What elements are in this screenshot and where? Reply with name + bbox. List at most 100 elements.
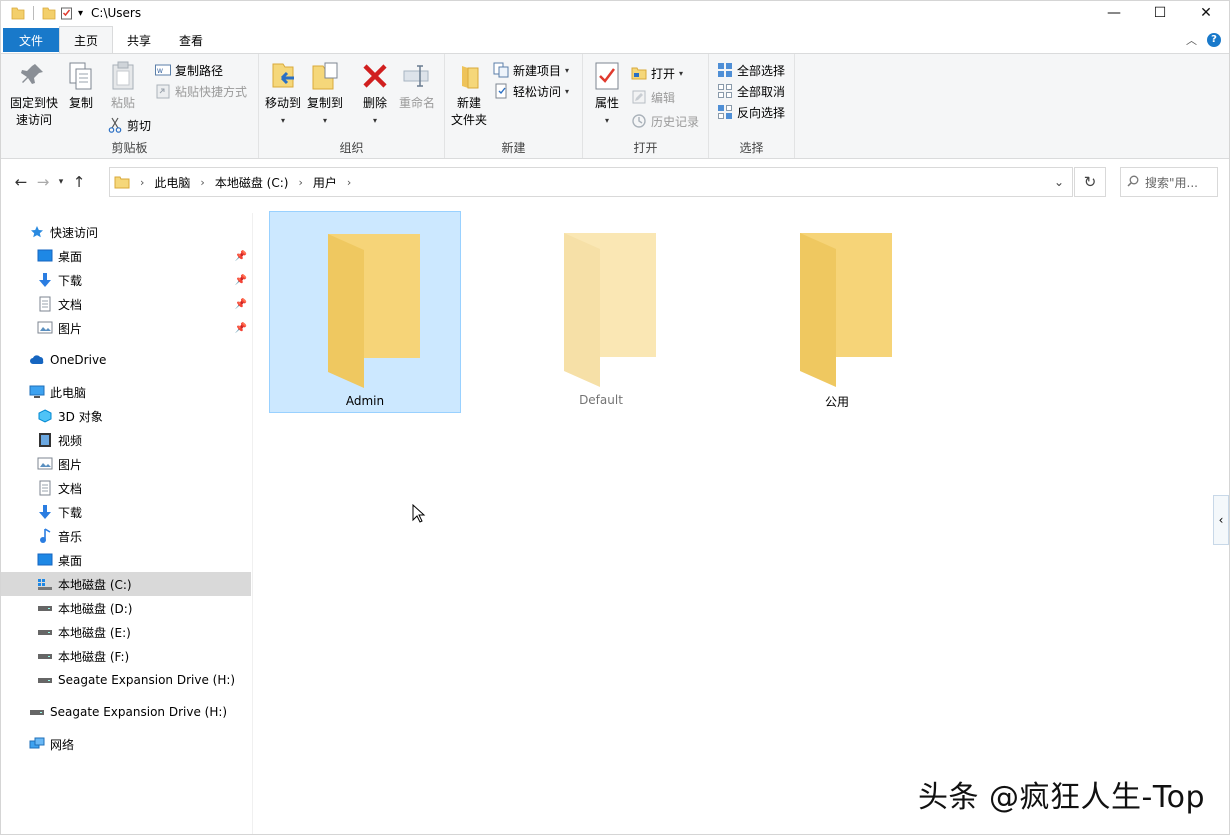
open-button[interactable]: 打开 ▾ <box>631 63 683 83</box>
new-folder-icon[interactable] <box>42 6 56 20</box>
properties-icon[interactable] <box>60 6 74 20</box>
rename-button[interactable]: 重命名 <box>397 60 437 112</box>
drive-icon <box>37 600 53 616</box>
cloud-icon <box>29 352 45 368</box>
folder-name: Admin <box>345 394 385 408</box>
easy-access-button[interactable]: 轻松访问 ▾ <box>493 81 569 101</box>
nav-qa-documents[interactable]: 文档 📌 <box>1 292 251 316</box>
select-all-button[interactable]: 全部选择 <box>717 60 785 80</box>
invert-selection-button[interactable]: 反向选择 <box>717 102 785 122</box>
copy-button[interactable]: 复制 <box>63 60 99 112</box>
nav-label: 3D 对象 <box>58 409 103 424</box>
breadcrumb-this-pc[interactable]: 此电脑 <box>154 174 190 191</box>
nav-label: 音乐 <box>58 529 83 544</box>
nav-3d-objects[interactable]: 3D 对象 <box>1 404 251 428</box>
help-icon[interactable]: ? <box>1207 32 1221 47</box>
pin-to-quick-access-button[interactable]: 固定到快 速访问 <box>7 60 61 129</box>
details-pane-toggle[interactable]: ‹ <box>1213 495 1229 545</box>
search-input[interactable]: 搜索"用... <box>1120 167 1218 197</box>
nav-label: 本地磁盘 (D:) <box>58 601 133 616</box>
quick-access-toolbar: ▾ <box>1 6 83 20</box>
folder-item-public[interactable]: 公用 <box>741 211 933 413</box>
address-dropdown-icon[interactable]: ⌄ <box>1054 175 1064 189</box>
recent-locations-button[interactable]: ▾ <box>54 167 68 197</box>
paste-shortcut-label: 粘贴快捷方式 <box>175 84 248 99</box>
select-none-button[interactable]: 全部取消 <box>717 81 785 101</box>
nav-qa-pictures[interactable]: 图片 📌 <box>1 316 251 340</box>
paste-label: 粘贴 <box>110 96 135 110</box>
nav-onedrive[interactable]: OneDrive <box>1 348 251 372</box>
maximize-button[interactable]: ☐ <box>1137 1 1183 25</box>
file-list: Admin Default 公用 <box>253 206 1229 834</box>
nav-local-disk-d[interactable]: 本地磁盘 (D:) <box>1 596 251 620</box>
tab-home[interactable]: 主页 <box>59 26 114 53</box>
new-folder-button[interactable]: 新建 文件夹 <box>449 60 489 129</box>
paste-button[interactable]: 粘贴 <box>105 60 141 112</box>
nav-local-disk-e[interactable]: 本地磁盘 (E:) <box>1 620 251 644</box>
nav-local-disk-c[interactable]: 本地磁盘 (C:) <box>1 572 251 596</box>
nav-qa-desktop[interactable]: 桌面 📌 <box>1 244 251 268</box>
nav-documents[interactable]: 文档 <box>1 476 251 500</box>
address-bar[interactable]: › 此电脑 › 本地磁盘 (C:) › 用户 › ⌄ <box>109 167 1073 197</box>
folder-icon <box>564 233 656 387</box>
tab-share[interactable]: 共享 <box>113 27 165 53</box>
delete-label: 删除 <box>362 96 387 110</box>
copy-path-button[interactable]: W 复制路径 <box>155 60 223 80</box>
nav-this-pc[interactable]: 此电脑 <box>1 380 251 404</box>
nav-desktop[interactable]: 桌面 <box>1 548 251 572</box>
minimize-button[interactable]: — <box>1091 1 1137 25</box>
nav-quick-access[interactable]: 快速访问 <box>1 220 251 244</box>
paste-shortcut-button[interactable]: 粘贴快捷方式 <box>155 81 247 101</box>
invert-selection-icon <box>717 104 733 120</box>
refresh-button[interactable]: ↻ <box>1074 167 1106 197</box>
nav-seagate-drive-root[interactable]: Seagate Expansion Drive (H:) <box>1 700 251 724</box>
back-button[interactable]: ← <box>10 167 32 197</box>
nav-label: Seagate Expansion Drive (H:) <box>58 673 236 687</box>
copy-to-button[interactable]: 复制到 ▾ <box>305 60 345 129</box>
forward-button[interactable]: → <box>32 167 54 197</box>
network-icon <box>29 736 45 752</box>
nav-seagate-drive[interactable]: Seagate Expansion Drive (H:) <box>1 668 251 692</box>
edit-button[interactable]: 编辑 <box>631 87 675 107</box>
group-new: 新建 文件夹 新建项目 ▾ 轻松访问 ▾ 新建 <box>445 54 583 158</box>
tab-view[interactable]: 查看 <box>165 27 217 53</box>
nav-videos[interactable]: 视频 <box>1 428 251 452</box>
nav-downloads[interactable]: 下载 <box>1 500 251 524</box>
ribbon-tabs: 文件 主页 共享 查看 ︿ ? <box>1 26 1229 53</box>
close-button[interactable]: ✕ <box>1183 1 1229 25</box>
pin-icon <box>18 60 50 92</box>
delete-dropdown-icon: ▾ <box>372 116 377 125</box>
customize-toolbar-icon[interactable]: ▾ <box>78 8 83 19</box>
properties-button[interactable]: 属性 ▾ <box>589 60 625 129</box>
nav-music[interactable]: 音乐 <box>1 524 251 548</box>
cut-label: 剪切 <box>127 118 152 133</box>
star-icon <box>29 224 45 240</box>
delete-button[interactable]: 删除 ▾ <box>357 60 393 129</box>
history-button[interactable]: 历史记录 <box>631 111 699 131</box>
nav-label: 本地磁盘 (E:) <box>58 625 131 640</box>
nav-label: 视频 <box>58 433 83 448</box>
collapse-ribbon-icon[interactable]: ︿ <box>1186 32 1197 48</box>
folder-item-admin[interactable]: Admin <box>269 211 461 413</box>
cube-icon <box>37 408 53 424</box>
cut-button[interactable]: 剪切 <box>107 115 151 135</box>
move-to-button[interactable]: 移动到 ▾ <box>263 60 303 129</box>
tab-file[interactable]: 文件 <box>3 28 59 52</box>
nav-local-disk-f[interactable]: 本地磁盘 (F:) <box>1 644 251 668</box>
folder-item-default[interactable]: Default <box>505 211 697 413</box>
group-clipboard: 固定到快 速访问 复制 粘贴 W 复制路径 粘贴快捷方式 剪切 剪贴板 <box>1 54 259 158</box>
nav-label: OneDrive <box>50 353 107 367</box>
breadcrumb-users[interactable]: 用户 <box>313 174 337 191</box>
nav-network[interactable]: 网络 <box>1 732 251 756</box>
rename-label: 重命名 <box>398 96 435 110</box>
folder-icon <box>114 176 130 189</box>
nav-label: Seagate Expansion Drive (H:) <box>50 705 228 719</box>
up-button[interactable]: ↑ <box>68 167 90 197</box>
breadcrumb-local-disk-c[interactable]: 本地磁盘 (C:) <box>215 174 289 191</box>
nav-pictures[interactable]: 图片 <box>1 452 251 476</box>
open-icon <box>631 65 647 81</box>
nav-qa-downloads[interactable]: 下载 📌 <box>1 268 251 292</box>
video-icon <box>37 432 53 448</box>
folder-name: 公用 <box>824 395 849 409</box>
new-item-button[interactable]: 新建项目 ▾ <box>493 60 569 80</box>
